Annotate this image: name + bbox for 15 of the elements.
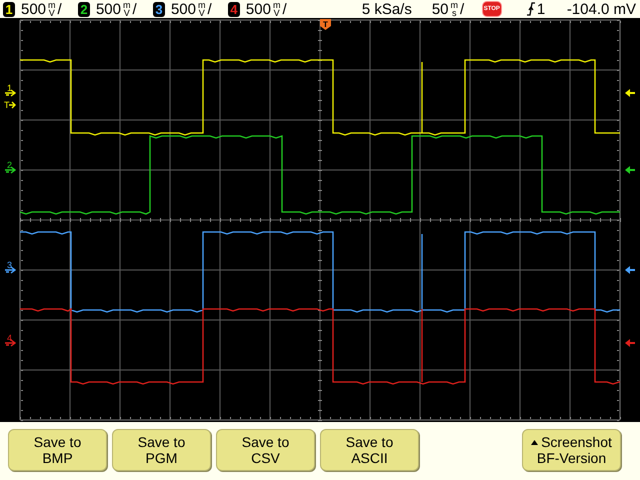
softkey-button[interactable]: Screenshot BF-Version	[522, 429, 621, 471]
softkey-button[interactable]: Save to PGM	[112, 429, 211, 471]
softkey-button[interactable]: Save to ASCII	[320, 429, 419, 471]
channel-badge: 2	[78, 2, 90, 16]
trigger-source: 1	[536, 2, 546, 16]
sample-rate-readout: 5 kSa/s	[360, 2, 412, 16]
channel-badge: 3	[152, 2, 165, 16]
trigger-level-readout: -104.0 mV	[566, 2, 638, 16]
softkey-button[interactable]: Save to BMP	[8, 429, 107, 471]
trigger-position-marker: T	[320, 19, 331, 30]
channel-badge: 4	[228, 2, 240, 16]
softkey-button[interactable]: Save to CSV	[216, 429, 315, 471]
caret-icon	[531, 440, 538, 444]
channel-badge: 1	[3, 2, 15, 16]
rising-edge-icon	[526, 2, 535, 16]
